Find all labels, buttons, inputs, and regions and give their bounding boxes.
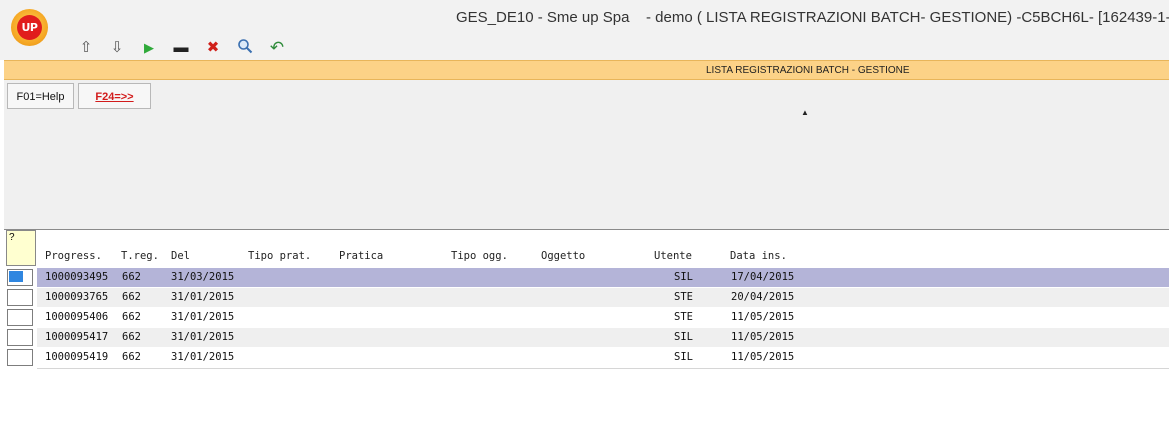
cell-data-ins: 11/05/2015 [731, 311, 795, 323]
header-title: LISTA REGISTRAZIONI BATCH - GESTIONE [706, 65, 910, 76]
title-bar: UP GES_DE10 - Sme up Spa - demo ( LISTA … [0, 0, 1169, 60]
grid-corner-help[interactable]: ? [6, 230, 36, 266]
cell-utente: STE [674, 311, 693, 323]
execute-button[interactable]: ▶ [140, 39, 158, 57]
row-divider [37, 368, 1169, 369]
window-title: - demo ( LISTA REGISTRAZIONI BATCH- GEST… [646, 9, 1169, 26]
row-checkbox[interactable] [7, 269, 33, 286]
cell-utente: STE [674, 291, 693, 303]
function-key-panel [4, 80, 1169, 230]
cell-utente: SIL [674, 331, 693, 343]
cell-treg: 662 [122, 351, 141, 363]
cell-data-ins: 17/04/2015 [731, 271, 795, 283]
search-icon [237, 38, 253, 59]
f24-more-button[interactable]: F24=>> [78, 83, 151, 109]
search-button[interactable] [236, 38, 254, 59]
back-icon: ↶ [269, 38, 285, 57]
cell-data-ins: 11/05/2015 [731, 331, 795, 343]
col-header-pratica[interactable]: Pratica [339, 250, 383, 262]
cell-utente: SIL [674, 271, 693, 283]
cell-del: 31/03/2015 [171, 271, 235, 283]
row-checkbox[interactable] [7, 329, 33, 346]
logo-text: UP [17, 15, 42, 40]
col-header-data-ins[interactable]: Data ins. [730, 250, 787, 262]
arrow-up-icon: ⇧ [79, 39, 93, 56]
cell-treg: 662 [122, 331, 141, 343]
app-title: GES_DE10 - Sme up Spa [456, 9, 630, 26]
cell-treg: 662 [122, 311, 141, 323]
row-checkbox[interactable] [7, 309, 33, 326]
move-down-button[interactable]: ⇩ [108, 39, 126, 57]
cell-data-ins: 20/04/2015 [731, 291, 795, 303]
cell-del: 31/01/2015 [171, 351, 235, 363]
delete-icon: ✖ [206, 39, 220, 56]
app-logo[interactable]: UP [11, 9, 48, 46]
col-header-utente[interactable]: Utente [654, 250, 692, 262]
cell-progress: 1000095417 [45, 331, 109, 343]
row-checkbox[interactable] [7, 349, 33, 366]
cell-progress: 1000095419 [45, 351, 109, 363]
console-button[interactable]: ▬ [172, 39, 190, 57]
cell-progress: 1000093495 [45, 271, 109, 283]
back-button[interactable]: ↶ [268, 39, 286, 57]
cell-del: 31/01/2015 [171, 311, 235, 323]
col-header-treg[interactable]: T.reg. [121, 250, 159, 262]
delete-button[interactable]: ✖ [204, 39, 222, 57]
row-checkbox[interactable] [7, 289, 33, 306]
cell-treg: 662 [122, 291, 141, 303]
cell-utente: SIL [674, 351, 693, 363]
cell-data-ins: 11/05/2015 [731, 351, 795, 363]
col-header-del[interactable]: Del [171, 250, 190, 262]
cell-del: 31/01/2015 [171, 331, 235, 343]
header-bar: LISTA REGISTRAZIONI BATCH - GESTIONE [4, 60, 1169, 80]
console-icon: ▬ [173, 39, 189, 56]
cell-progress: 1000093765 [45, 291, 109, 303]
play-icon: ▶ [144, 40, 154, 55]
cell-progress: 1000095406 [45, 311, 109, 323]
data-grid: ? Progress. T.reg. Del Tipo prat. Pratic… [0, 230, 1169, 439]
col-header-progress[interactable]: Progress. [45, 250, 102, 262]
col-header-oggetto[interactable]: Oggetto [541, 250, 585, 262]
f01-help-button[interactable]: F01=Help [7, 83, 74, 109]
arrow-down-icon: ⇩ [110, 39, 124, 56]
col-header-tipo-ogg[interactable]: Tipo ogg. [451, 250, 508, 262]
col-header-tipo-prat[interactable]: Tipo prat. [248, 250, 311, 262]
move-up-button[interactable]: ⇧ [77, 39, 95, 57]
cell-del: 31/01/2015 [171, 291, 235, 303]
caret-up-icon: ▲ [801, 108, 809, 117]
cell-treg: 662 [122, 271, 141, 283]
